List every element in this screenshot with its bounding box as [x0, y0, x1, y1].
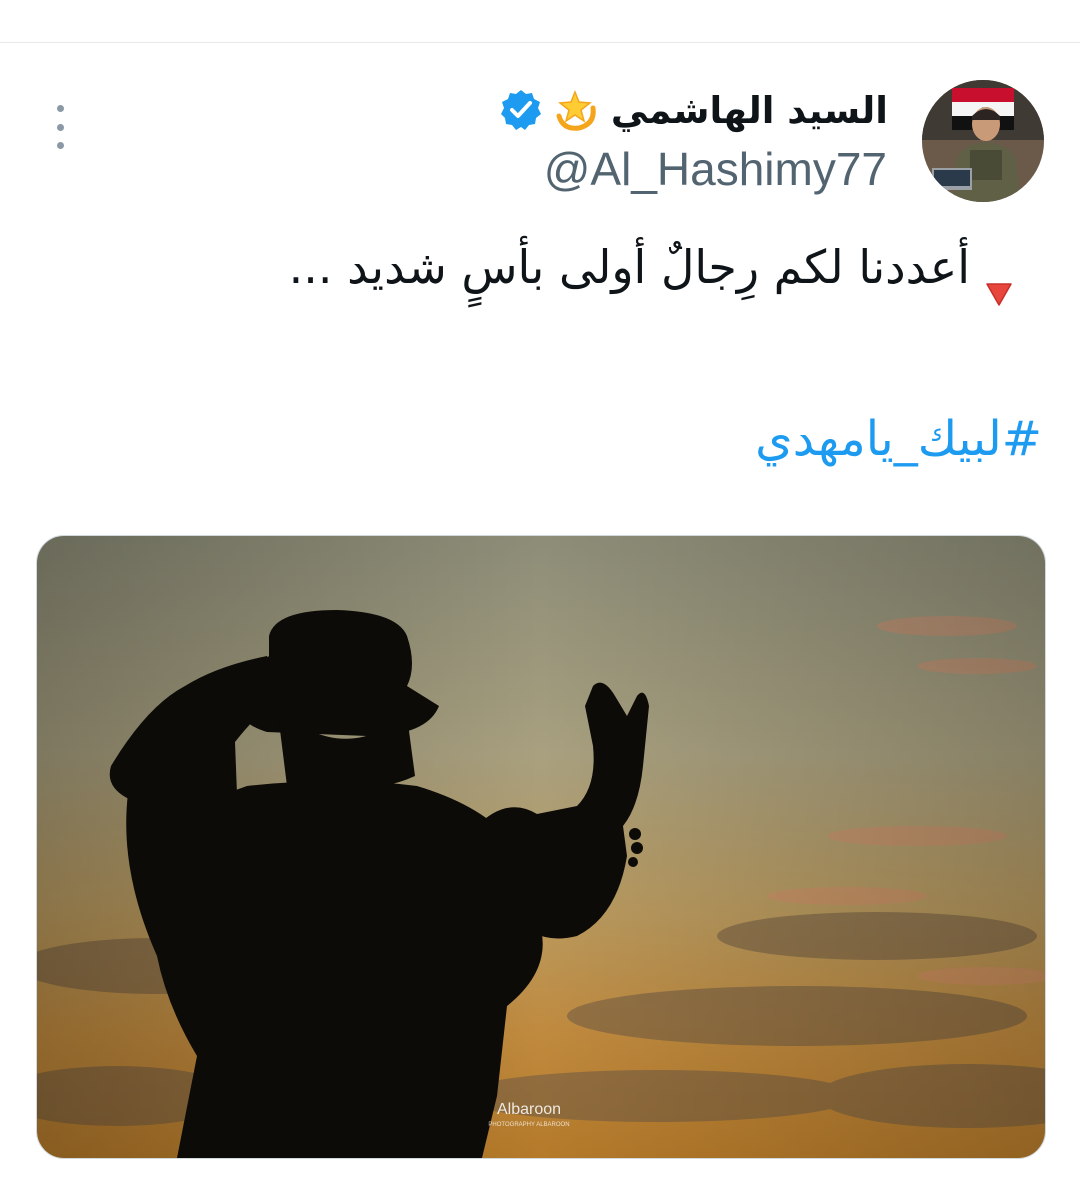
author-handle[interactable]: @Al_Hashimy77 [544, 142, 887, 196]
tweet-media-photo[interactable]: Albaroon PHOTOGRAPHY ALBAROON [36, 535, 1046, 1159]
more-vertical-icon-dot [56, 142, 64, 149]
avatar[interactable]: الله [922, 80, 1044, 202]
tweet[interactable]: الله السيد الهاشمي @Al_Hashimy77 [0, 43, 1080, 1189]
red-triangle-down-icon [984, 256, 1014, 306]
verified-badge-icon[interactable] [499, 88, 543, 132]
more-vertical-icon-dot [56, 123, 64, 131]
tweet-body: أعددنا لكم رِجالٌ أولى بأسٍ شديد ... [288, 240, 970, 294]
avatar-image: الله [922, 80, 1044, 202]
dizzy-icon [553, 86, 601, 134]
display-name[interactable]: السيد الهاشمي [611, 89, 888, 132]
author-name-row[interactable]: السيد الهاشمي [499, 85, 888, 135]
watermark-subtext: PHOTOGRAPHY ALBAROON [488, 1122, 569, 1128]
more-options-button[interactable] [46, 105, 74, 149]
hashtag-link[interactable]: #لبيك_يامهدي [755, 411, 1042, 467]
tweet-text: أعددنا لكم رِجالٌ أولى بأسٍ شديد ... [114, 231, 1014, 306]
photo-silhouette: Albaroon PHOTOGRAPHY ALBAROON [37, 536, 1045, 1158]
watermark-text: Albaroon [497, 1101, 561, 1118]
more-vertical-icon-dot [56, 105, 64, 112]
